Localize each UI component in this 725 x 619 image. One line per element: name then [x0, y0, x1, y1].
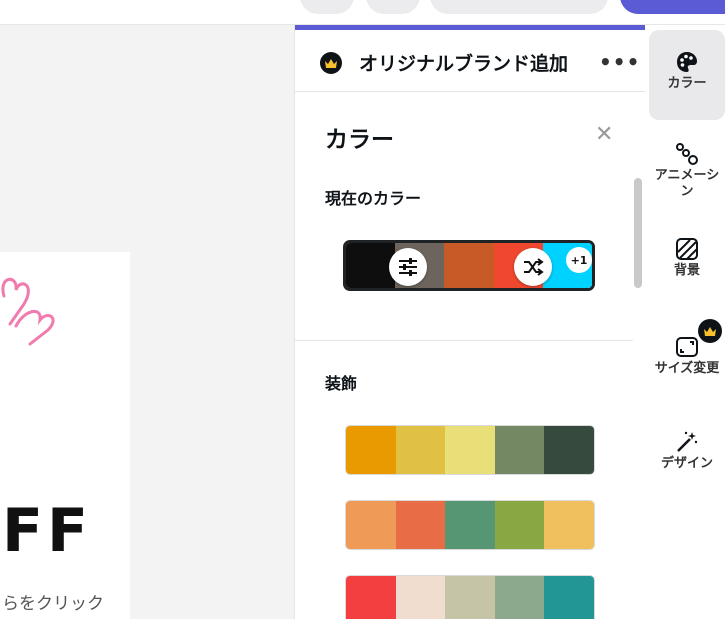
- rail-item-color[interactable]: カラー: [649, 30, 725, 120]
- palette-icon: [677, 52, 697, 72]
- brand-kit-title[interactable]: オリジナルブランド追加: [359, 49, 568, 76]
- color-swatch[interactable]: [445, 426, 495, 474]
- current-colors-heading: 現在のカラー: [325, 189, 422, 208]
- color-panel: オリジナルブランド追加 ••• カラー ✕ 現在のカラー +1 装飾: [294, 25, 646, 619]
- hearts-graphic: [1, 278, 55, 346]
- color-swatch[interactable]: [544, 576, 594, 619]
- color-swatch[interactable]: [395, 576, 446, 619]
- color-swatch[interactable]: [444, 243, 494, 288]
- rail-item-background[interactable]: 背景: [649, 237, 725, 279]
- color-swatch[interactable]: [494, 426, 545, 474]
- color-swatch[interactable]: [346, 501, 396, 549]
- color-swatch[interactable]: [494, 576, 545, 619]
- magic-wand-icon: [677, 431, 698, 452]
- color-swatch[interactable]: [445, 576, 495, 619]
- palette-option[interactable]: [345, 500, 595, 550]
- headline-text[interactable]: FF: [2, 501, 92, 561]
- rail-label: アニメーシ: [654, 168, 720, 183]
- rail-label: カラー: [667, 76, 707, 91]
- design-canvas: FF らをクリック: [0, 25, 294, 619]
- rail-item-design[interactable]: デザイン: [649, 430, 725, 472]
- adjust-sliders-icon[interactable]: [389, 248, 427, 286]
- palette-option[interactable]: [345, 575, 595, 619]
- shuffle-icon[interactable]: [514, 248, 552, 286]
- close-icon[interactable]: ✕: [595, 124, 613, 146]
- resize-icon: [676, 337, 698, 357]
- background-icon: [676, 238, 698, 260]
- current-palette[interactable]: [343, 240, 595, 291]
- color-swatch[interactable]: [346, 426, 396, 474]
- rail-label: サイズ変更: [654, 361, 720, 376]
- crown-icon: [698, 319, 722, 343]
- rail-label-line2: ン: [680, 184, 694, 199]
- color-swatch[interactable]: [544, 501, 594, 549]
- animation-icon: [676, 143, 698, 165]
- more-colors-badge[interactable]: +1: [566, 247, 592, 273]
- palette-option[interactable]: [345, 425, 595, 475]
- rail-label: デザイン: [660, 456, 713, 471]
- panel-scrollbar[interactable]: [634, 178, 642, 288]
- color-swatch[interactable]: [395, 501, 446, 549]
- color-swatch[interactable]: [494, 501, 545, 549]
- rail-item-animation[interactable]: アニメーシ ン: [649, 142, 725, 200]
- side-rail: カラー アニメーシ ン 背景 サイズ変更 デザイン: [645, 25, 725, 619]
- hint-text[interactable]: らをクリック: [2, 589, 104, 614]
- decor-heading: 装飾: [325, 374, 358, 393]
- section-divider: [295, 340, 633, 341]
- color-swatch[interactable]: [395, 426, 446, 474]
- color-swatch[interactable]: [544, 426, 594, 474]
- color-swatch[interactable]: [346, 243, 396, 288]
- brand-kit-row[interactable]: オリジナルブランド追加 •••: [295, 30, 645, 92]
- color-swatch[interactable]: [445, 501, 495, 549]
- panel-title: カラー: [325, 127, 394, 153]
- design-page[interactable]: FF らをクリック: [0, 252, 130, 619]
- toolbar-button[interactable]: [366, 0, 420, 14]
- top-toolbar: [0, 0, 725, 25]
- color-swatch[interactable]: [346, 576, 396, 619]
- more-options-button[interactable]: •••: [599, 50, 640, 74]
- crown-icon: [320, 52, 342, 74]
- rail-label: 背景: [673, 263, 700, 278]
- toolbar-search[interactable]: [430, 0, 608, 14]
- share-button[interactable]: [620, 0, 725, 14]
- toolbar-button[interactable]: [300, 0, 354, 14]
